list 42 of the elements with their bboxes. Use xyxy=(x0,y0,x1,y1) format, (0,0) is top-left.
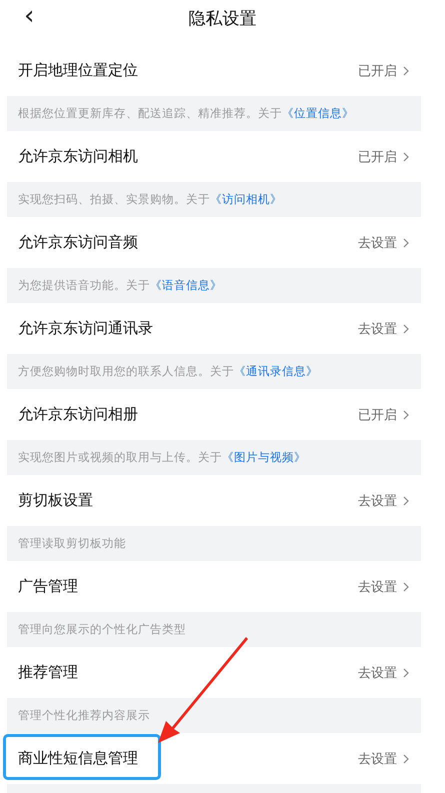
setting-description: 管理个性化推荐内容展示 xyxy=(18,708,150,723)
setting-label: 商业性短信息管理 xyxy=(18,749,139,768)
setting-status: 去设置 xyxy=(358,664,397,682)
chevron-icon xyxy=(403,754,409,764)
chevron-icon xyxy=(403,152,409,162)
setting-label: 允许京东访问音频 xyxy=(18,233,139,252)
setting-status: 已开启 xyxy=(358,406,397,424)
setting-label: 开启地理位置定位 xyxy=(18,61,139,80)
setting-status: 已开启 xyxy=(358,62,397,80)
chevron-icon xyxy=(403,668,409,678)
setting-status: 去设置 xyxy=(358,320,397,338)
setting-label: 剪切板设置 xyxy=(18,491,94,510)
setting-description: 方便您购物时取用您的联系人信息。关于《通讯录信息》 xyxy=(18,364,318,379)
setting-description: 根据您位置更新库存、配送追踪、精准推荐。关于《位置信息》 xyxy=(18,106,354,121)
setting-status: 去设置 xyxy=(358,578,397,596)
chevron-icon xyxy=(403,238,409,248)
setting-description: 实现您扫码、拍摄、实景购物。关于《访问相机》 xyxy=(18,192,282,207)
info-link[interactable]: 《图片与视频》 xyxy=(222,450,306,464)
setting-status: 去设置 xyxy=(358,492,397,510)
setting-status: 去设置 xyxy=(358,750,397,768)
setting-label: 推荐管理 xyxy=(18,663,79,682)
setting-label: 广告管理 xyxy=(18,577,79,596)
chevron-icon xyxy=(403,496,409,506)
chevron-icon xyxy=(403,410,409,420)
setting-description: 为您提供语音功能。关于《语音信息》 xyxy=(18,278,222,293)
setting-label: 允许京东访问通讯录 xyxy=(18,319,154,338)
back-button[interactable]: ‹ xyxy=(24,0,34,32)
chevron-icon xyxy=(403,582,409,592)
setting-description: 实现您图片或视频的取用与上传。关于《图片与视频》 xyxy=(18,450,306,465)
setting-label: 允许京东访问相册 xyxy=(18,405,139,424)
setting-description: 管理向您展示的个性化广告类型 xyxy=(18,622,186,637)
setting-description: 管理读取剪切板功能 xyxy=(18,536,126,551)
info-link[interactable]: 《位置信息》 xyxy=(282,106,354,120)
setting-status: 去设置 xyxy=(358,234,397,252)
chevron-icon xyxy=(403,324,409,334)
setting-status: 已开启 xyxy=(358,148,397,166)
info-link[interactable]: 《语音信息》 xyxy=(150,278,222,292)
info-link[interactable]: 《访问相机》 xyxy=(210,192,282,206)
info-link[interactable]: 《通讯录信息》 xyxy=(234,364,318,378)
setting-label: 允许京东访问相机 xyxy=(18,147,139,166)
page-title: 隐私设置 xyxy=(188,8,256,30)
chevron-icon xyxy=(403,66,409,76)
